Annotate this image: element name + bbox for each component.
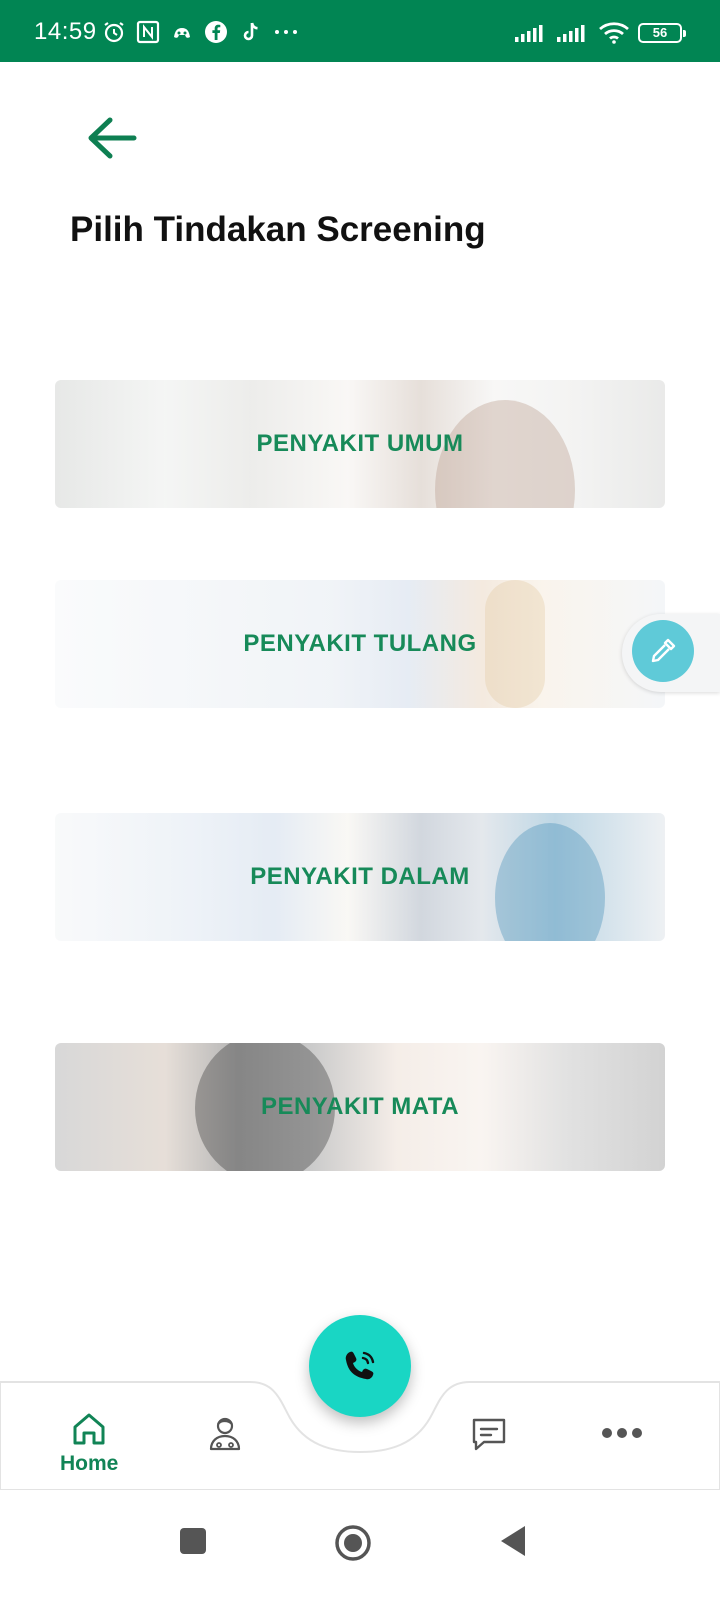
- recent-apps-button[interactable]: [178, 1526, 208, 1561]
- side-floating-panel: [622, 614, 720, 692]
- back-button[interactable]: [82, 110, 142, 170]
- signal-icon: [557, 25, 585, 42]
- facebook-icon: [205, 21, 227, 43]
- eyedropper-button[interactable]: [632, 620, 694, 682]
- category-label: PENYAKIT TULANG: [243, 630, 477, 657]
- nfc-icon: [136, 20, 160, 44]
- status-notification-icons: [102, 20, 300, 44]
- status-system-icons: 56: [514, 22, 686, 44]
- phone-call-icon: [345, 1351, 375, 1380]
- doctor-icon: [209, 1417, 241, 1451]
- discord-icon: [174, 28, 190, 38]
- arrow-left-icon: [88, 117, 137, 159]
- status-time: 14:59: [34, 18, 97, 45]
- category-label: PENYAKIT DALAM: [250, 863, 470, 890]
- tiktok-icon: [243, 22, 258, 41]
- wifi-icon: [599, 22, 629, 44]
- alarm-icon: [104, 22, 124, 43]
- category-card-dalam[interactable]: PENYAKIT DALAM: [55, 813, 665, 941]
- page-title: Pilih Tindakan Screening: [70, 210, 486, 249]
- system-home-button[interactable]: [334, 1524, 372, 1567]
- home-icon: [73, 1413, 105, 1445]
- battery-icon: 56: [638, 23, 686, 43]
- more-icon: [602, 1428, 642, 1438]
- more-dots-icon: [275, 30, 297, 34]
- back-triangle-icon: [501, 1526, 525, 1556]
- nav-item-doctor[interactable]: [206, 1414, 244, 1452]
- category-card-mata[interactable]: PENYAKIT MATA: [55, 1043, 665, 1171]
- nav-item-chat[interactable]: [470, 1416, 508, 1452]
- category-card-umum[interactable]: PENYAKIT UMUM: [55, 380, 665, 508]
- nav-item-home[interactable]: Home: [60, 1410, 118, 1476]
- category-label: PENYAKIT UMUM: [256, 430, 464, 457]
- nav-home-label: Home: [60, 1452, 119, 1475]
- system-back-button[interactable]: [498, 1524, 528, 1563]
- status-bar: 14:59 56: [0, 0, 720, 62]
- system-navigation-bar: [0, 1490, 720, 1600]
- recent-apps-icon: [180, 1528, 206, 1554]
- call-button[interactable]: [309, 1315, 411, 1417]
- nav-item-more[interactable]: [600, 1424, 644, 1442]
- category-card-tulang[interactable]: PENYAKIT TULANG: [55, 580, 665, 708]
- eyedropper-icon: [651, 638, 676, 663]
- home-circle-icon: [335, 1525, 371, 1561]
- category-label: PENYAKIT MATA: [260, 1093, 460, 1120]
- signal-icon: [515, 25, 543, 42]
- chat-icon: [472, 1418, 506, 1451]
